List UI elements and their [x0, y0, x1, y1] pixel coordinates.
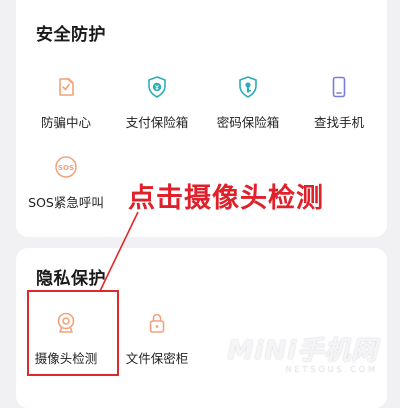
camera-detect-highlight-box	[27, 290, 119, 376]
payment-safe-label: 支付保险箱	[125, 115, 189, 130]
watermark-logo: MiNi手机网 NETSOUS.COM	[228, 330, 378, 374]
fraud-center-icon	[59, 77, 74, 96]
fraud-center-button[interactable]: 防骗中心	[21, 74, 111, 131]
file-locker-icon	[149, 313, 165, 333]
file-locker-label: 文件保密柜	[125, 351, 189, 366]
find-phone-label: 查找手机	[313, 115, 364, 130]
privacy-section-title: 隐私保护	[36, 269, 106, 289]
file-locker-button[interactable]: 文件保密柜	[112, 310, 202, 367]
fraud-center-label: 防骗中心	[40, 115, 91, 130]
find-phone-icon	[332, 76, 346, 98]
svg-text:SOS: SOS	[58, 164, 74, 172]
sos-button[interactable]: SOS SOS紧急呼叫	[21, 154, 111, 211]
find-phone-button[interactable]: 查找手机	[294, 74, 384, 131]
annotation-text: 点击摄像头检测	[128, 183, 324, 214]
security-section-title: 安全防护	[36, 25, 106, 45]
password-safe-icon	[239, 76, 257, 98]
watermark-main-text: MiNi手机网	[227, 336, 378, 366]
password-safe-button[interactable]: 密码保险箱	[203, 74, 293, 131]
password-safe-label: 密码保险箱	[216, 115, 280, 130]
payment-safe-icon	[148, 76, 166, 98]
sos-icon: SOS	[55, 156, 77, 178]
sos-label: SOS紧急呼叫	[28, 195, 104, 210]
payment-safe-button[interactable]: 支付保险箱	[112, 74, 202, 131]
